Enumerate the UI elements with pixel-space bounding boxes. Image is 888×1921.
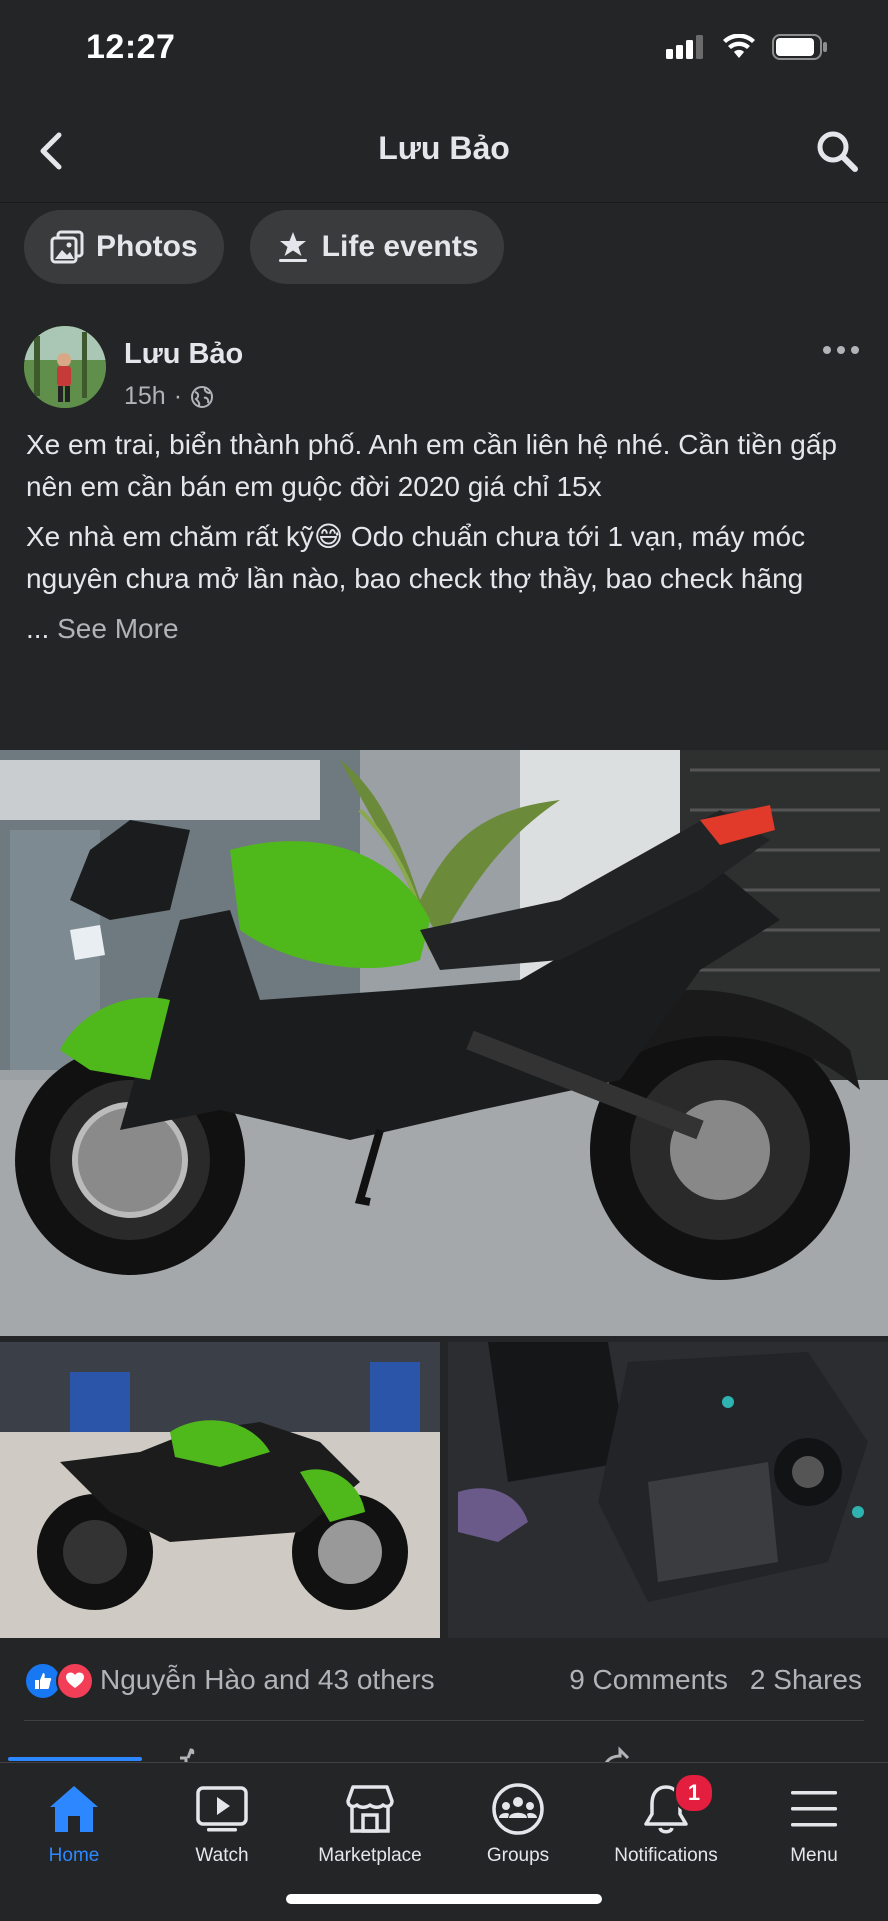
tab-label: Marketplace [318, 1845, 422, 1866]
cellular-signal-icon [666, 35, 703, 59]
tab-groups[interactable]: Groups [444, 1763, 592, 1883]
thumbs-up-icon [35, 1673, 52, 1689]
home-indicator[interactable] [286, 1894, 602, 1904]
active-tab-indicator [8, 1757, 142, 1761]
motorcycle-showroom-photo [0, 1342, 440, 1638]
author-avatar[interactable] [24, 326, 106, 408]
tab-watch[interactable]: Watch [148, 1763, 296, 1883]
engagement-counts: 9 Comments 2 Shares [569, 1664, 862, 1696]
reactions-bar: Nguyễn Hào and 43 others 9 Comments 2 Sh… [0, 1640, 888, 1720]
page-title: Lưu Bảo [378, 130, 510, 166]
tab-home[interactable]: Home [0, 1763, 148, 1883]
like-action-icon[interactable] [176, 1744, 206, 1762]
watch-icon [194, 1781, 250, 1837]
post-text: Xe em trai, biển thành phố. Anh em cần l… [26, 424, 866, 650]
shares-count[interactable]: 2 Shares [750, 1664, 862, 1696]
motorcycle-side-photo [0, 750, 888, 1336]
life-events-chip-label: Life events [321, 230, 479, 263]
post-author[interactable]: Lưu Bảo [124, 338, 243, 371]
more-dot-icon [823, 346, 831, 354]
heart-icon [66, 1672, 84, 1688]
status-time: 12:27 [86, 28, 176, 66]
comments-count[interactable]: 9 Comments [569, 1664, 728, 1696]
menu-icon [786, 1781, 842, 1837]
see-more-link[interactable]: See More [57, 613, 178, 644]
globe-icon [191, 385, 214, 408]
tab-label: Watch [195, 1845, 249, 1866]
meta-separator: · [173, 382, 183, 410]
tab-label: Notifications [614, 1845, 718, 1866]
post-photo-row [0, 1342, 888, 1638]
see-more-row[interactable]: ... See More [26, 608, 866, 650]
post-paragraph: Xe nhà em chăm rất kỹ😅 Odo chuẩn chưa tớ… [26, 521, 806, 594]
more-dot-icon [837, 346, 845, 354]
photos-icon [50, 230, 84, 264]
status-icons [666, 34, 828, 60]
tab-label: Home [48, 1845, 100, 1866]
page-header: Lưu Bảo [0, 100, 888, 203]
engine-closeup-photo [448, 1342, 888, 1638]
post-meta: 15h · [124, 382, 214, 411]
search-button[interactable] [812, 126, 862, 176]
status-bar: 12:27 [0, 0, 888, 100]
reaction-icons[interactable] [24, 1662, 94, 1700]
groups-icon [490, 1781, 546, 1837]
profile-filter-chips: Photos Life events [24, 210, 505, 284]
tab-menu[interactable]: Menu [740, 1763, 888, 1883]
tab-label: Groups [486, 1845, 550, 1866]
marketplace-icon [342, 1781, 398, 1837]
avatar-photo [24, 326, 106, 408]
post-time: 15h [124, 382, 166, 410]
tab-label: Menu [790, 1845, 838, 1866]
post-divider [24, 1720, 864, 1721]
home-icon [46, 1781, 102, 1837]
reaction-names[interactable]: Nguyễn Hào and 43 others [100, 1664, 435, 1696]
tab-notifications[interactable]: 1 Notifications [592, 1763, 740, 1883]
post-photo-main[interactable] [0, 750, 888, 1336]
notification-badge: 1 [674, 1773, 714, 1813]
love-reaction-icon [56, 1662, 94, 1700]
ellipsis: ... [26, 613, 50, 644]
star-flag-icon [278, 232, 307, 262]
post-photo-2[interactable] [0, 1342, 440, 1638]
photos-chip[interactable]: Photos [24, 210, 224, 284]
search-icon [817, 131, 858, 172]
share-action-icon[interactable] [600, 1744, 630, 1762]
wifi-icon [723, 34, 755, 58]
battery-icon [772, 34, 827, 60]
post-photo-3[interactable] [448, 1342, 888, 1638]
post-paragraph: Xe em trai, biển thành phố. Anh em cần l… [26, 429, 838, 502]
tab-marketplace[interactable]: Marketplace [296, 1763, 444, 1883]
life-events-chip[interactable]: Life events [249, 210, 505, 284]
more-dot-icon [851, 346, 859, 354]
post-options-button[interactable] [816, 338, 866, 362]
photos-chip-label: Photos [96, 230, 198, 263]
